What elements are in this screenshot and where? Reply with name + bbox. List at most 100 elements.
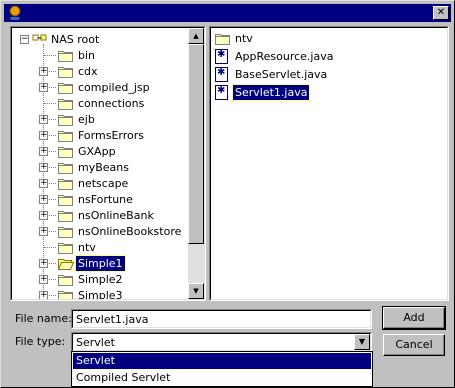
tree-node-label: GXApp — [78, 145, 116, 158]
java-cup-icon — [9, 5, 21, 20]
folder-icon — [58, 211, 73, 222]
cancel-button[interactable]: Cancel — [383, 334, 445, 356]
file-list-label: BaseServlet.java — [235, 68, 328, 81]
tree-node[interactable]: bin — [12, 48, 190, 64]
tree-node-label: nsOnlineBank — [78, 209, 154, 222]
tree-node-label: compiled_jsp — [78, 81, 150, 94]
folder-icon — [58, 291, 73, 299]
expand-icon[interactable]: + — [39, 211, 48, 220]
expand-icon[interactable]: + — [39, 163, 48, 172]
tree-node[interactable]: + compiled_jsp — [12, 80, 190, 96]
folder-icon — [58, 243, 73, 254]
scroll-down-button[interactable]: ▼ — [188, 283, 204, 299]
tree-scrollbar[interactable]: ▲ ▼ — [188, 28, 204, 299]
tree-node-label: connections — [78, 97, 145, 110]
folder-icon — [58, 147, 73, 158]
folder-icon — [215, 34, 230, 45]
file-list-label: Servlet1.java — [231, 84, 311, 101]
add-button[interactable]: Add — [382, 306, 446, 330]
scroll-thumb[interactable] — [188, 44, 204, 244]
close-icon: ✕ — [436, 7, 446, 18]
file-list-content: ntv AppResource.java BaseServlet.java Servl… — [210, 27, 448, 300]
folder-icon — [58, 227, 73, 238]
expand-icon[interactable]: + — [39, 179, 48, 188]
tree-node[interactable]: + nsFortune — [12, 192, 190, 208]
server-icon — [32, 34, 47, 41]
folder-icon — [58, 195, 73, 206]
tree-connector — [44, 55, 56, 56]
folder-icon — [58, 115, 73, 126]
expand-icon[interactable]: + — [39, 275, 48, 284]
tree-node[interactable]: + myBeans — [12, 160, 190, 176]
tree-node[interactable]: + Simple2 — [12, 272, 190, 288]
expand-icon[interactable]: + — [39, 83, 48, 92]
tree-node[interactable]: ntv — [12, 240, 190, 256]
expand-icon[interactable]: + — [39, 147, 48, 156]
file-type-option[interactable]: Servlet — [73, 353, 371, 369]
file-list[interactable]: ntv AppResource.java BaseServlet.java Servl… — [209, 26, 449, 301]
tree-node-label: nsOnlineBookstore — [78, 225, 182, 238]
java-file-icon — [215, 67, 228, 82]
folder-icon — [58, 131, 73, 142]
collapse-icon[interactable]: − — [20, 35, 29, 44]
folder-icon — [58, 163, 73, 174]
file-list-label: AppResource.java — [235, 50, 334, 63]
tree-node[interactable]: + ejb — [12, 112, 190, 128]
tree-node-label: ntv — [78, 241, 96, 254]
tree-connector — [44, 103, 56, 104]
tree-node-root[interactable]: − NAS root — [12, 32, 190, 48]
tree-node[interactable]: + nsOnlineBank — [12, 208, 190, 224]
tree-node[interactable]: connections — [12, 96, 190, 112]
expand-icon[interactable]: + — [39, 195, 48, 204]
expand-icon[interactable]: + — [39, 115, 48, 124]
expand-icon[interactable]: + — [39, 67, 48, 76]
expand-icon[interactable]: + — [39, 291, 48, 299]
expand-icon[interactable]: + — [39, 259, 48, 268]
folder-icon — [58, 259, 74, 270]
tree-node-label: nsFortune — [78, 193, 133, 206]
file-list-label: ntv — [235, 32, 253, 45]
tree-node-label: bin — [78, 49, 96, 62]
tree-node[interactable]: + Simple1 — [12, 255, 190, 272]
file-type-dropdown: Servlet Compiled Servlet — [71, 351, 373, 387]
folder-tree[interactable]: − NAS root bin + cdx + compiled_jsp connections… — [10, 26, 206, 301]
folder-icon — [58, 179, 73, 190]
folder-icon — [58, 67, 73, 78]
tree-node[interactable]: + GXApp — [12, 144, 190, 160]
file-type-option[interactable]: Compiled Servlet — [73, 370, 371, 386]
java-file-icon — [215, 85, 228, 100]
file-dialog-window: ✕ − NAS root bin + cdx + compiled_jsp connectio… — [0, 0, 455, 388]
tree-node-label: Simple1 — [75, 255, 126, 272]
tree-node-label: ejb — [78, 113, 95, 126]
scroll-up-button[interactable]: ▲ — [188, 28, 204, 44]
file-type-select[interactable]: Servlet ▼ — [71, 332, 372, 352]
tree-connector — [44, 247, 56, 248]
tree-node-label: FormsErrors — [78, 129, 144, 142]
file-type-label: File type: — [15, 335, 66, 348]
tree-node-label: cdx — [78, 65, 98, 78]
tree-node-label: Simple2 — [78, 273, 123, 286]
tree-node[interactable]: + Simple3 — [12, 288, 190, 300]
chevron-down-icon[interactable]: ▼ — [354, 334, 370, 350]
tree-node-label: Simple3 — [78, 289, 123, 300]
folder-icon — [58, 99, 73, 110]
file-name-input[interactable]: Servlet1.java — [71, 309, 372, 329]
folder-icon — [58, 51, 73, 62]
file-type-value: Servlet — [76, 336, 115, 349]
tree-node[interactable]: + FormsErrors — [12, 128, 190, 144]
tree-node[interactable]: + nsOnlineBookstore — [12, 224, 190, 240]
folder-icon — [58, 275, 73, 286]
folder-icon — [58, 83, 73, 94]
tree-node[interactable]: + cdx — [12, 64, 190, 80]
java-file-icon — [215, 49, 228, 64]
tree-root-label: NAS root — [51, 33, 100, 46]
file-name-label: File name: — [15, 312, 72, 325]
tree-node[interactable]: + netscape — [12, 176, 190, 192]
tree-node-label: netscape — [78, 177, 129, 190]
expand-icon[interactable]: + — [39, 131, 48, 140]
expand-icon[interactable]: + — [39, 227, 48, 236]
file-name-value: Servlet1.java — [76, 313, 149, 326]
close-button[interactable]: ✕ — [433, 6, 449, 20]
titlebar[interactable]: ✕ — [4, 4, 451, 22]
tree-node-label: myBeans — [78, 161, 129, 174]
